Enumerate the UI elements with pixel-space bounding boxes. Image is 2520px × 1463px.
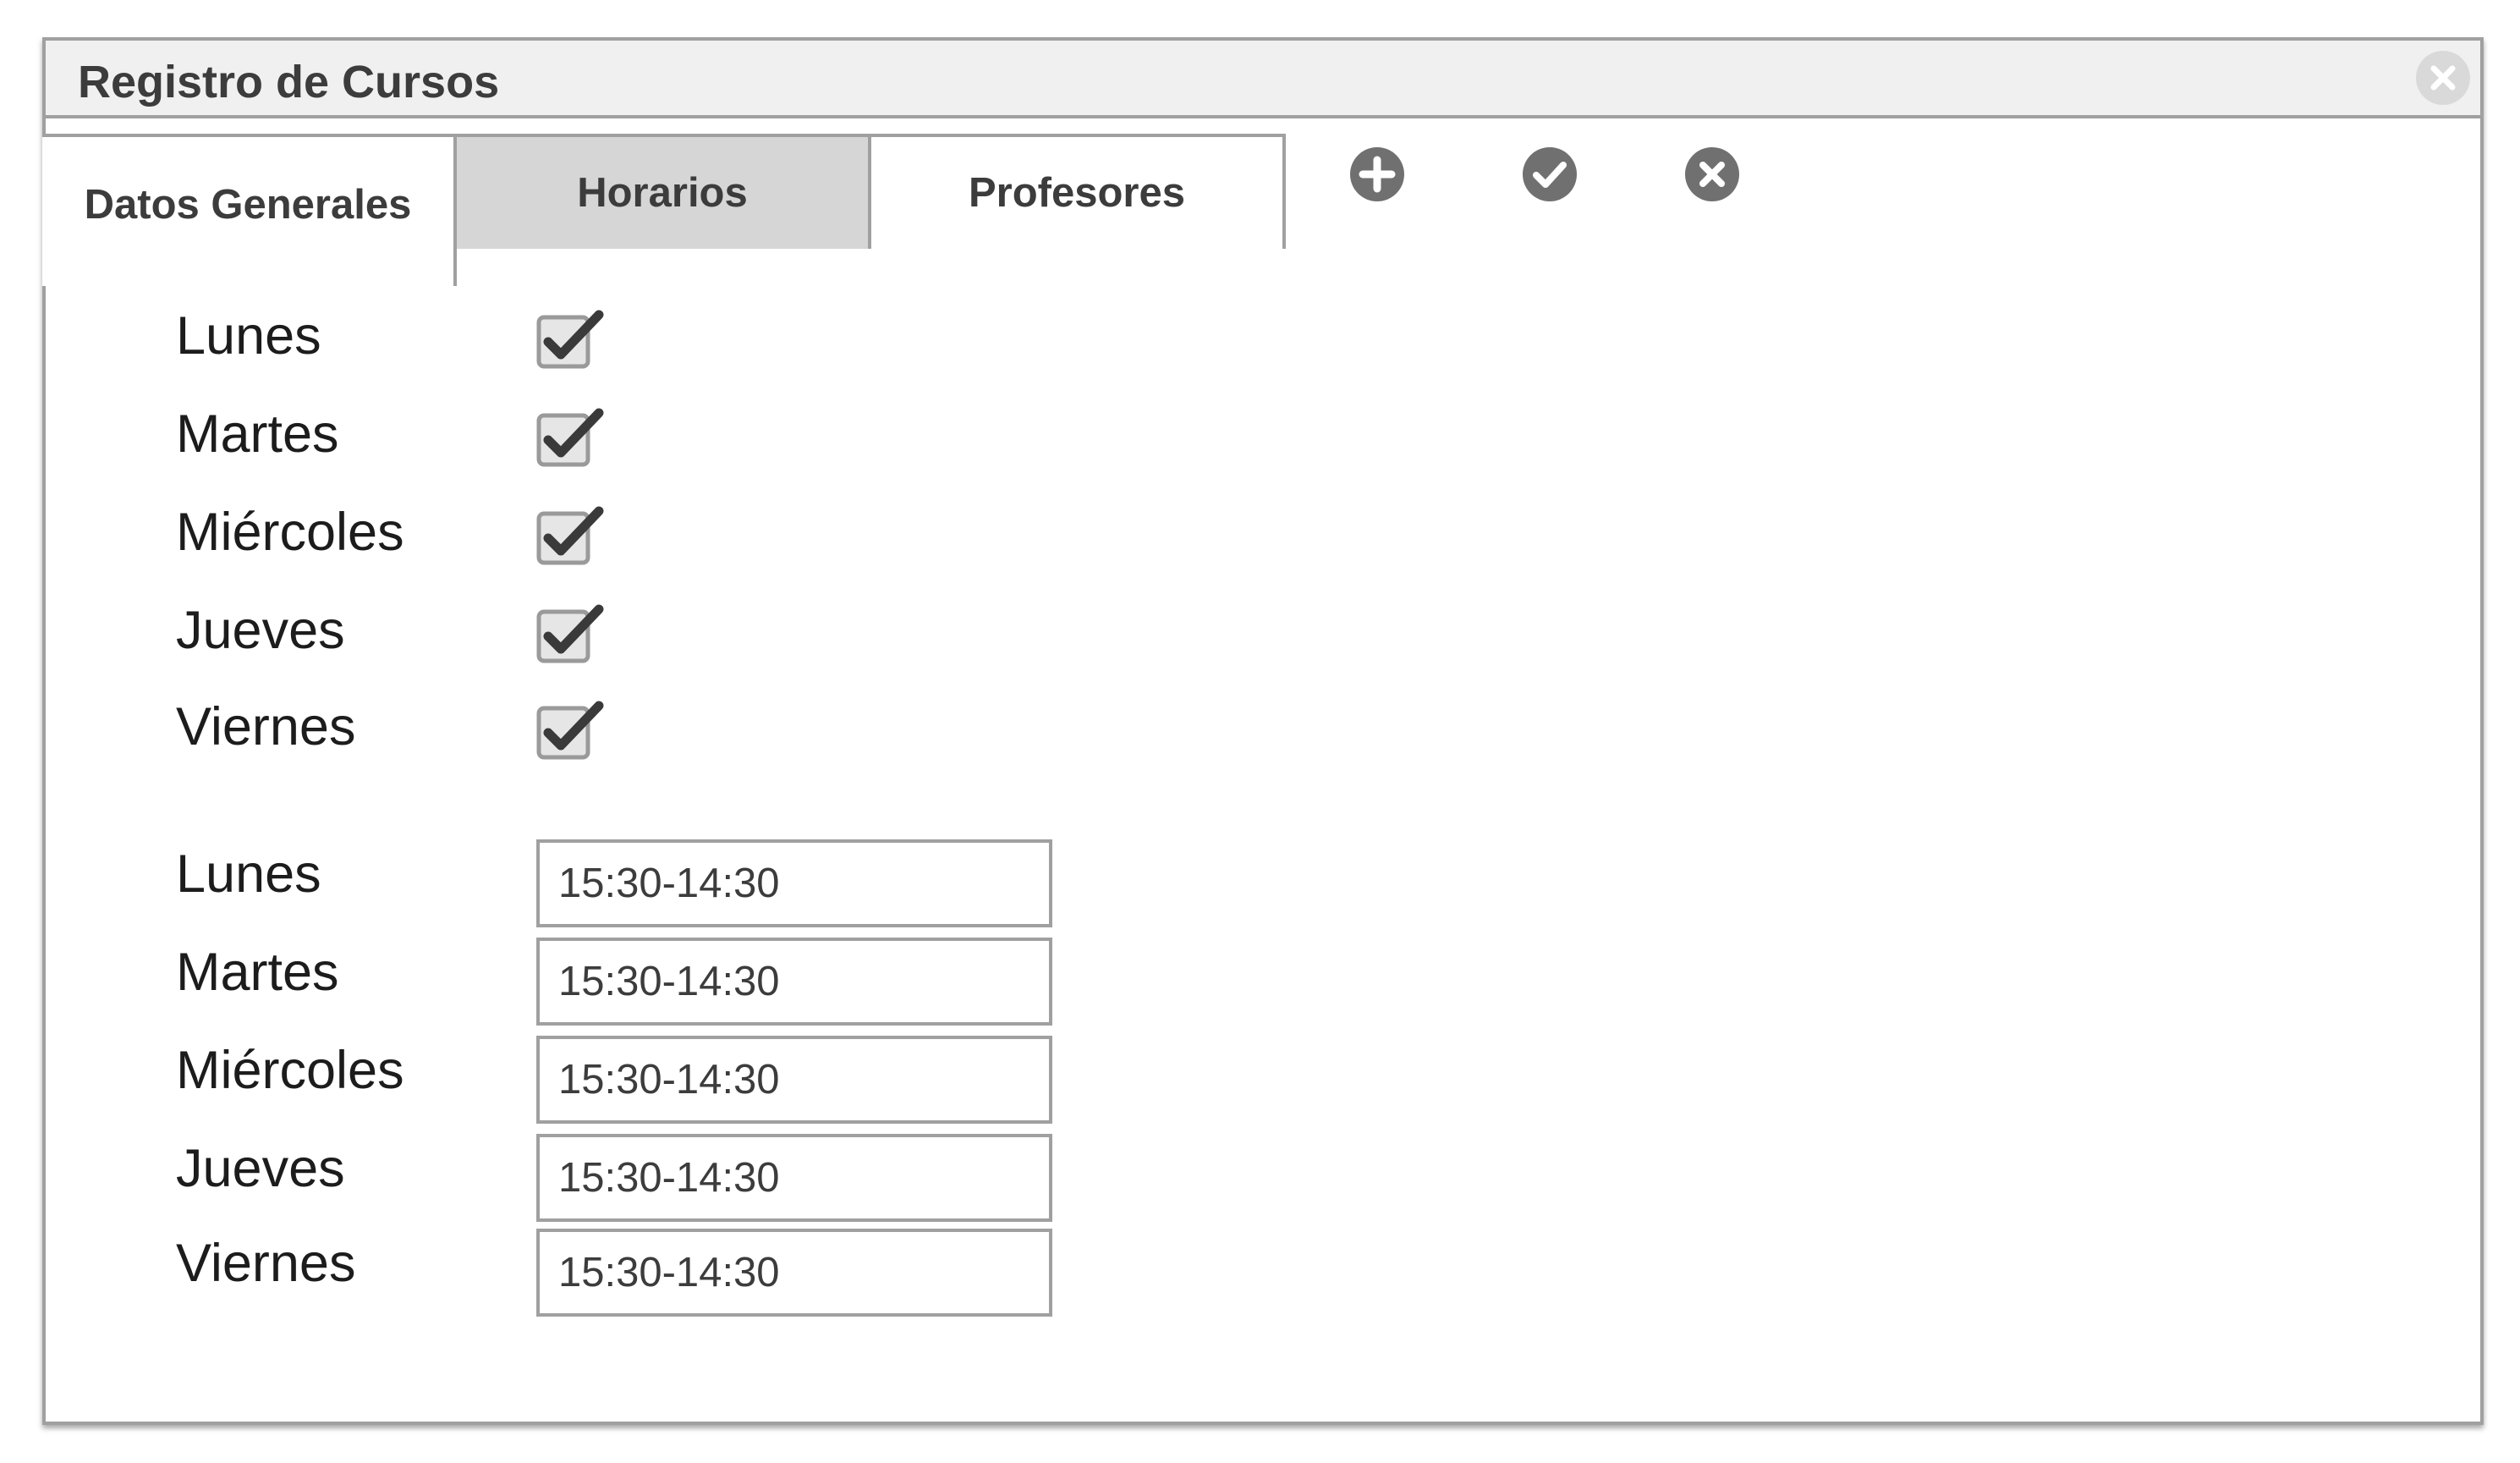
day-label-miercoles: Miércoles	[176, 503, 404, 562]
course-registration-window: Registro de Cursos Datos Generales Horar…	[42, 37, 2484, 1425]
schedule-input-martes[interactable]	[536, 938, 1052, 1026]
schedule-label-viernes: Viernes	[176, 1234, 356, 1293]
tab-profesores[interactable]: Profesores	[871, 134, 1286, 249]
tab-label: Horarios	[577, 170, 748, 216]
schedule-label-martes: Martes	[176, 943, 339, 1002]
cancel-icon[interactable]	[1683, 146, 1741, 203]
day-label-viernes: Viernes	[176, 697, 356, 756]
day-label-martes: Martes	[176, 404, 339, 464]
schedule-label-jueves: Jueves	[176, 1139, 345, 1198]
day-label-lunes: Lunes	[176, 306, 321, 366]
checkbox-martes[interactable]	[536, 408, 607, 469]
window-title: Registro de Cursos	[78, 57, 500, 107]
checkbox-lunes[interactable]	[536, 310, 607, 371]
tab-horarios[interactable]: Horarios	[457, 134, 871, 249]
tab-label: Datos Generales	[84, 182, 412, 228]
checkbox-viernes[interactable]	[536, 701, 607, 762]
schedule-label-miercoles: Miércoles	[176, 1041, 404, 1100]
day-label-jueves: Jueves	[176, 601, 345, 660]
checkbox-miercoles[interactable]	[536, 506, 607, 567]
tab-datos-generales[interactable]: Datos Generales	[42, 134, 457, 286]
add-icon[interactable]	[1348, 146, 1406, 203]
checkbox-jueves[interactable]	[536, 604, 607, 665]
schedule-input-miercoles[interactable]	[536, 1036, 1052, 1124]
schedule-input-jueves[interactable]	[536, 1134, 1052, 1222]
close-icon[interactable]	[2416, 51, 2470, 105]
schedule-label-lunes: Lunes	[176, 844, 321, 904]
title-bar: Registro de Cursos	[46, 41, 2480, 118]
schedule-input-lunes[interactable]	[536, 839, 1052, 927]
schedule-input-viernes[interactable]	[536, 1229, 1052, 1317]
tab-label: Profesores	[968, 170, 1185, 216]
confirm-icon[interactable]	[1521, 146, 1578, 203]
